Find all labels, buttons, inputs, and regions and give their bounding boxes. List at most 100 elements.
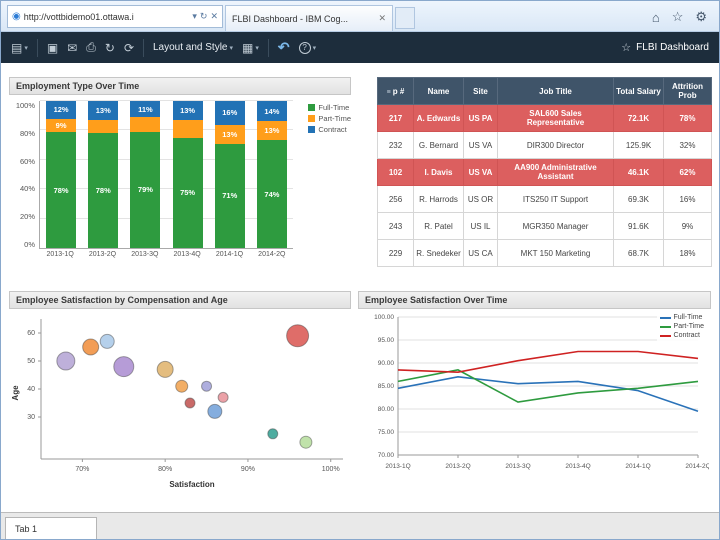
favorites-icon[interactable]: ☆ <box>672 9 684 25</box>
table-row[interactable]: 232 G. Bernard US VA DIR300 Director 125.9K 3… <box>377 131 712 159</box>
column-header[interactable]: Total Salary <box>613 77 664 105</box>
column-header[interactable]: Site <box>463 77 498 105</box>
browser-tab[interactable]: FLBI Dashboard - IBM Cog... ✕ <box>225 5 393 31</box>
url-input[interactable]: http://vottbidemo01.ottawa.i <box>24 12 190 22</box>
new-tab-button[interactable] <box>395 7 415 29</box>
favorite-star-icon[interactable]: ☆ <box>621 41 631 54</box>
bar-segment-contract[interactable]: 12% <box>46 101 77 119</box>
address-bar[interactable]: ◉ http://vottbidemo01.ottawa.i ▾ ↻ ✕ <box>7 5 223 28</box>
bar-segment-contract[interactable]: 16% <box>214 101 245 125</box>
bubble[interactable] <box>184 397 196 409</box>
svg-text:70.00: 70.00 <box>378 452 395 459</box>
svg-text:40: 40 <box>27 386 35 393</box>
bar-segment-part-time[interactable] <box>172 120 203 138</box>
bar-segment-part-time[interactable]: 13% <box>256 121 287 141</box>
settings-icon[interactable]: ⚙ <box>695 9 707 25</box>
bar-segment-part-time[interactable]: 9% <box>46 118 77 133</box>
cell-site: US CA <box>463 239 498 267</box>
refresh-icon[interactable]: ↻ <box>105 41 115 55</box>
page-favicon-icon: ◉ <box>12 11 21 22</box>
panel-satisfaction-age: Employee Satisfaction by Compensation an… <box>9 291 351 503</box>
bar-segment-contract[interactable]: 13% <box>172 101 203 121</box>
svg-text:50: 50 <box>27 358 35 365</box>
bar-segment-full-time[interactable]: 78% <box>46 132 77 248</box>
panel-title-scatter[interactable]: Employee Satisfaction by Compensation an… <box>9 291 351 309</box>
column-header[interactable]: ≡ p # <box>377 77 414 105</box>
bar-segment-part-time[interactable]: 13% <box>214 124 245 144</box>
layout-and-style-button[interactable]: Layout and Style ▾ <box>153 42 233 53</box>
print-icon[interactable]: ⎙ <box>86 40 96 55</box>
stacked-bar[interactable]: 14% 13% 74% <box>256 101 287 248</box>
stacked-bar[interactable]: 13% 75% <box>172 101 203 248</box>
email-icon[interactable]: ✉ <box>67 41 77 55</box>
help-icon[interactable]: ? ▾ <box>298 41 316 54</box>
column-header[interactable]: Attrition Prob <box>663 77 712 105</box>
refresh-page-icon[interactable]: ↻ <box>200 11 208 22</box>
table-row[interactable]: 229 R. Snedeker US CA MKT 150 Marketing 68.7… <box>377 239 712 267</box>
bar-segment-full-time[interactable]: 78% <box>88 133 119 248</box>
svg-text:2014-2Q: 2014-2Q <box>685 463 709 470</box>
bar-segment-part-time[interactable] <box>130 117 161 132</box>
legend-item-part-time[interactable]: Part-Time <box>659 323 704 330</box>
cell-job: MGR350 Manager <box>497 212 614 240</box>
url-dropdown-icon[interactable]: ▾ <box>192 11 197 22</box>
legend-item-part-time[interactable]: Part-Time <box>308 114 351 123</box>
bubble[interactable] <box>207 403 223 419</box>
cell-attrition: 16% <box>663 185 712 213</box>
panel-title-line[interactable]: Employee Satisfaction Over Time <box>358 291 711 309</box>
tab-1[interactable]: Tab 1 <box>5 517 97 539</box>
table-row[interactable]: 102 I. Davis US VA AA900 Administrative Ass… <box>377 158 712 186</box>
table-row[interactable]: 217 A. Edwards US PA SAL600 Sales Represent… <box>377 104 712 132</box>
svg-text:2013-2Q: 2013-2Q <box>445 463 470 470</box>
panel-title-employment[interactable]: Employment Type Over Time <box>9 77 351 95</box>
bubble[interactable] <box>217 391 229 403</box>
bar-segment-part-time[interactable] <box>88 120 119 134</box>
menu-icon[interactable]: ▤ ▾ <box>11 41 28 55</box>
tab-close-icon[interactable]: ✕ <box>378 13 386 24</box>
bubble[interactable] <box>201 380 213 392</box>
stacked-bar[interactable]: 16% 13% 71% <box>214 101 245 248</box>
column-header[interactable]: Name <box>413 77 464 105</box>
bar-segment-contract[interactable]: 13% <box>88 101 119 121</box>
chart-type-icon[interactable]: ▦ ▾ <box>242 41 259 55</box>
home-icon[interactable]: ⌂ <box>652 10 660 25</box>
x-axis: 2013-1Q 2013-2Q 2013-3Q 2013-4Q 2014-1Q 2014-… <box>39 251 293 258</box>
app-toolbar: ▤ ▾ ▣ ✉ ⎙ ↻ ⟳ Layout and Style ▾ ▦ ▾ ↶ ? ▾ ☆ FLBI Das… <box>1 32 719 63</box>
bubble[interactable] <box>113 356 135 378</box>
table-row[interactable]: 256 R. Harrods US OR ITS250 IT Support 69.3K… <box>377 185 712 213</box>
line-contract[interactable] <box>397 350 699 374</box>
cell-name: I. Davis <box>413 158 464 186</box>
legend-item-full-time[interactable]: Full-Time <box>308 103 351 112</box>
bubble[interactable] <box>267 428 279 440</box>
legend-item-full-time[interactable]: Full-Time <box>659 314 704 321</box>
bar-segment-full-time[interactable]: 79% <box>130 131 161 248</box>
legend-item-contract[interactable]: Contract <box>308 125 351 134</box>
bubble[interactable] <box>56 351 76 371</box>
x-axis-label: 2013-2Q <box>88 251 117 258</box>
save-icon[interactable]: ▣ <box>47 41 58 55</box>
bubble[interactable] <box>156 360 174 378</box>
bar-segment-contract[interactable]: 11% <box>130 101 161 118</box>
bar-segment-full-time[interactable]: 75% <box>172 137 203 248</box>
bubble[interactable] <box>175 379 189 393</box>
column-header[interactable]: Job Title <box>497 77 614 105</box>
bubble[interactable] <box>82 338 100 356</box>
bubble[interactable] <box>299 435 313 449</box>
legend-item-contract[interactable]: Contract <box>659 332 704 339</box>
line-full-time[interactable] <box>397 375 699 413</box>
bar-segment-full-time[interactable]: 74% <box>256 140 287 248</box>
table-row[interactable]: 243 R. Patel US IL MGR350 Manager 91.6K 9% <box>377 212 712 240</box>
stacked-bar[interactable]: 11% 79% <box>130 101 161 248</box>
x-axis-label: 2014-2Q <box>258 251 286 258</box>
undo-icon[interactable]: ↶ <box>278 39 290 56</box>
reset-icon[interactable]: ⟳ <box>124 41 134 55</box>
stacked-bar[interactable]: 13% 78% <box>88 101 119 248</box>
bubble[interactable] <box>99 333 115 349</box>
stacked-bar[interactable]: 12% 9% 78% <box>46 101 77 248</box>
bar-segment-full-time[interactable]: 71% <box>214 143 245 248</box>
cell-job: SAL600 Sales Representative <box>497 104 614 132</box>
bubble[interactable] <box>286 324 310 348</box>
bar-segment-contract[interactable]: 14% <box>256 101 287 122</box>
cell-attrition: 9% <box>663 212 712 240</box>
stop-icon[interactable]: ✕ <box>210 11 218 22</box>
